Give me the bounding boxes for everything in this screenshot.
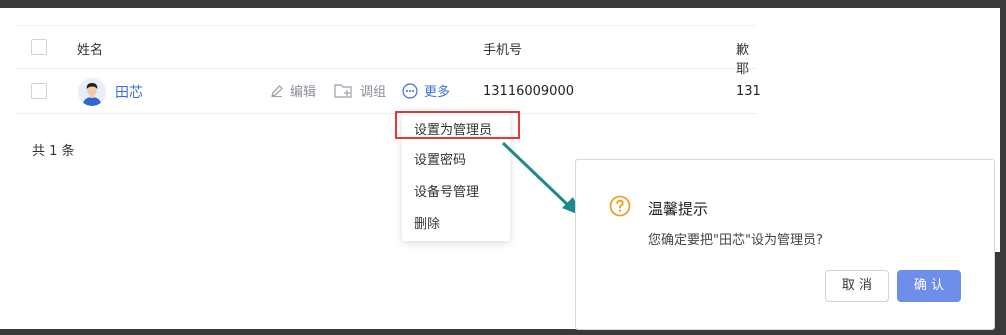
column-header-name: 姓名 (77, 43, 104, 58)
dialog-title: 温馨提示 (648, 200, 709, 218)
clipped-cell: 131 (736, 84, 761, 99)
more-button[interactable]: 更多 (402, 81, 450, 100)
more-label: 更多 (424, 85, 451, 100)
edit-button[interactable]: 编辑 (270, 81, 316, 100)
phone-cell: 13116009000 (483, 84, 574, 99)
menu-item-device-management[interactable]: 设备号管理 (414, 181, 479, 200)
confirm-button[interactable]: 确 认 (897, 270, 961, 302)
edit-icon (271, 84, 283, 97)
select-all-checkbox[interactable] (31, 39, 47, 55)
avatar (78, 78, 106, 106)
dialog-message: 您确定要把"田芯"设为管理员? (648, 233, 823, 248)
menu-item-delete[interactable]: 删除 (414, 213, 440, 232)
table-header: 姓名 手机号 歉耶 (16, 25, 756, 77)
confirm-dialog: 温馨提示 您确定要把"田芯"设为管理员? 取 消 确 认 (576, 160, 994, 329)
content-panel-lower (0, 252, 576, 329)
edit-label: 编辑 (290, 85, 317, 100)
row-checkbox[interactable] (31, 83, 47, 99)
table-row: 田芯 编辑 调组 更多 13116009000 131 (16, 69, 761, 114)
menu-item-set-password[interactable]: 设置密码 (414, 149, 466, 168)
user-name-link[interactable]: 田芯 (115, 82, 143, 102)
column-header-phone: 手机号 (483, 43, 523, 58)
regroup-button[interactable]: 调组 (334, 81, 386, 100)
pagination-total: 共 1 条 (32, 144, 75, 159)
window-edge (1000, 8, 1006, 252)
highlight-box (395, 111, 520, 139)
regroup-label: 调组 (360, 85, 387, 100)
folder-add-icon (334, 83, 352, 98)
question-icon (609, 195, 631, 217)
cancel-button[interactable]: 取 消 (825, 270, 889, 302)
more-icon (402, 82, 418, 99)
